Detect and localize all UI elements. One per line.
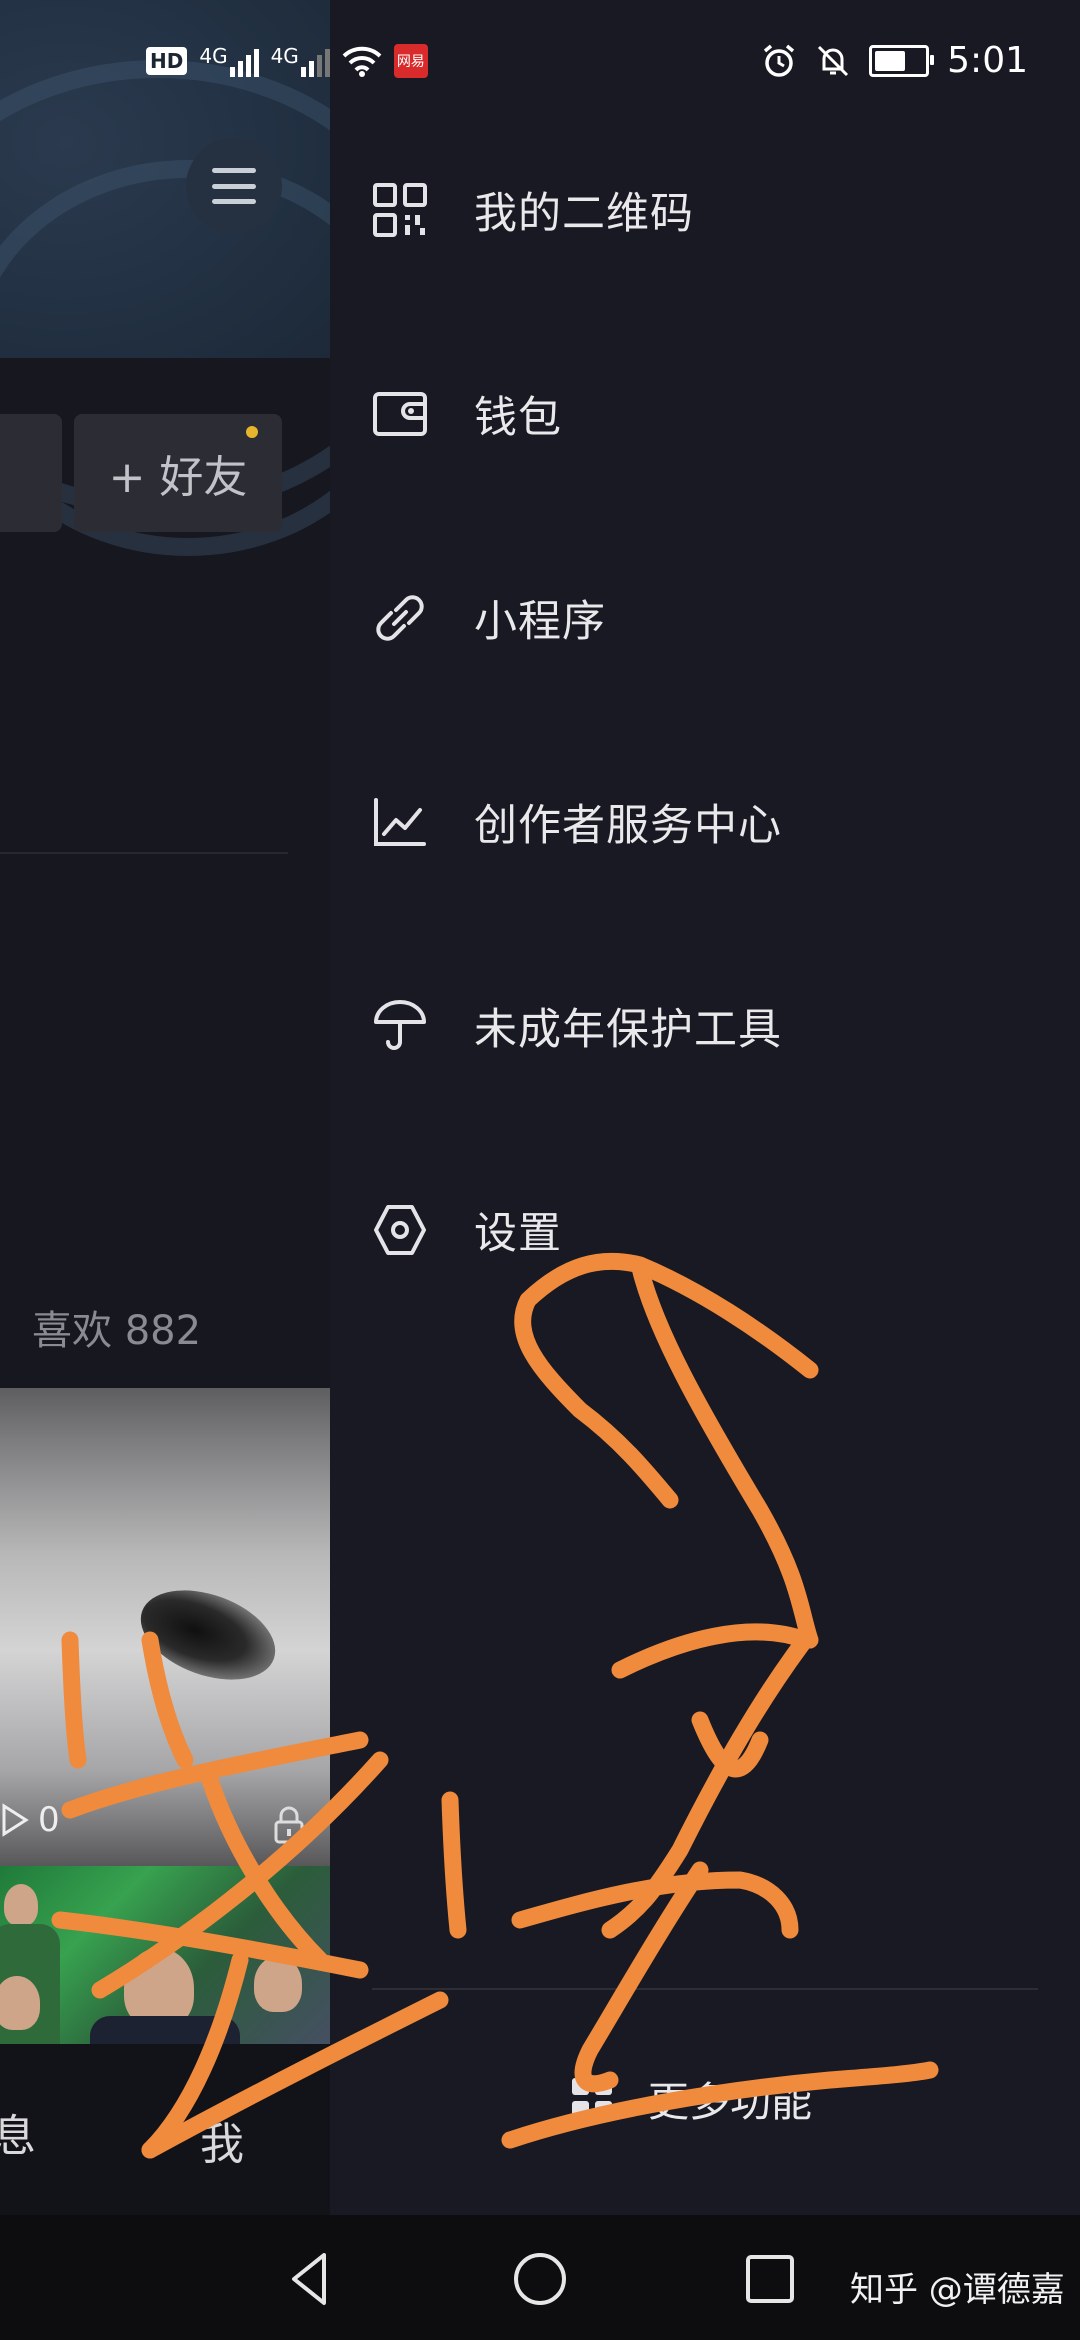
recents-icon[interactable] <box>740 2249 800 2309</box>
play-count-value: 0 <box>38 1800 60 1840</box>
play-icon <box>2 1803 29 1837</box>
drawer-item-minor-protection[interactable]: 未成年保护工具 <box>372 981 782 1071</box>
drawer-item-label: 创作者服务中心 <box>474 801 782 851</box>
drawer-item-label: 小程序 <box>474 597 606 647</box>
grid-icon <box>572 2078 612 2118</box>
notification-dot <box>246 426 258 438</box>
add-friend-button[interactable]: + 好友 <box>74 414 282 532</box>
chart-icon <box>372 794 428 850</box>
tab-me[interactable]: 我 <box>200 2108 244 2172</box>
likes-tab[interactable]: 喜欢 882 <box>32 1298 201 1356</box>
lock-icon <box>274 1806 304 1844</box>
umbrella-icon <box>372 998 428 1054</box>
more-features-button[interactable]: 更多功能 <box>570 2068 812 2128</box>
play-count: 0 <box>0 1800 60 1840</box>
drawer-item-label: 我的二维码 <box>474 189 694 239</box>
bottom-tab-bar <box>0 2044 330 2215</box>
drawer-item-wallet[interactable]: 钱包 <box>372 369 562 459</box>
drawer-item-label: 钱包 <box>474 393 562 443</box>
video-thumbnail[interactable] <box>0 1866 330 2044</box>
back-icon[interactable] <box>280 2249 340 2309</box>
drawer-item-qrcode[interactable]: 我的二维码 <box>372 165 694 255</box>
divider <box>0 852 288 854</box>
profile-background: + 好友 喜欢 882 0 息 我 <box>0 0 330 2215</box>
wallet-icon <box>372 386 428 442</box>
add-friend-label: + 好友 <box>108 452 248 503</box>
tab-messages[interactable]: 息 <box>0 2100 36 2164</box>
drawer-item-mini-programs[interactable]: 小程序 <box>372 573 606 663</box>
link-icon <box>372 590 428 646</box>
drawer-item-label: 未成年保护工具 <box>474 1005 782 1055</box>
more-features-label: 更多功能 <box>648 2078 812 2126</box>
edit-profile-button[interactable] <box>0 414 62 532</box>
side-drawer: 我的二维码 钱包 小程序 创作者服务中心 未成年保护工具 设置 更多功能 <box>330 0 1080 2215</box>
drawer-item-label: 设置 <box>474 1209 562 1259</box>
qrcode-icon <box>372 182 428 238</box>
menu-button[interactable] <box>186 138 282 234</box>
drawer-item-creator-center[interactable]: 创作者服务中心 <box>372 777 782 867</box>
drawer-divider <box>372 1988 1038 1990</box>
hamburger-icon <box>212 168 256 204</box>
screen: + 好友 喜欢 882 0 息 我 我的二维码 钱包 小程序 创作者服务中心 未… <box>0 0 1080 2340</box>
drawer-item-settings[interactable]: 设置 <box>372 1185 562 1275</box>
home-icon[interactable] <box>510 2249 570 2309</box>
watermark: 知乎 @谭德嘉 <box>850 2270 1065 2310</box>
hexagon-settings-icon <box>372 1202 428 1258</box>
